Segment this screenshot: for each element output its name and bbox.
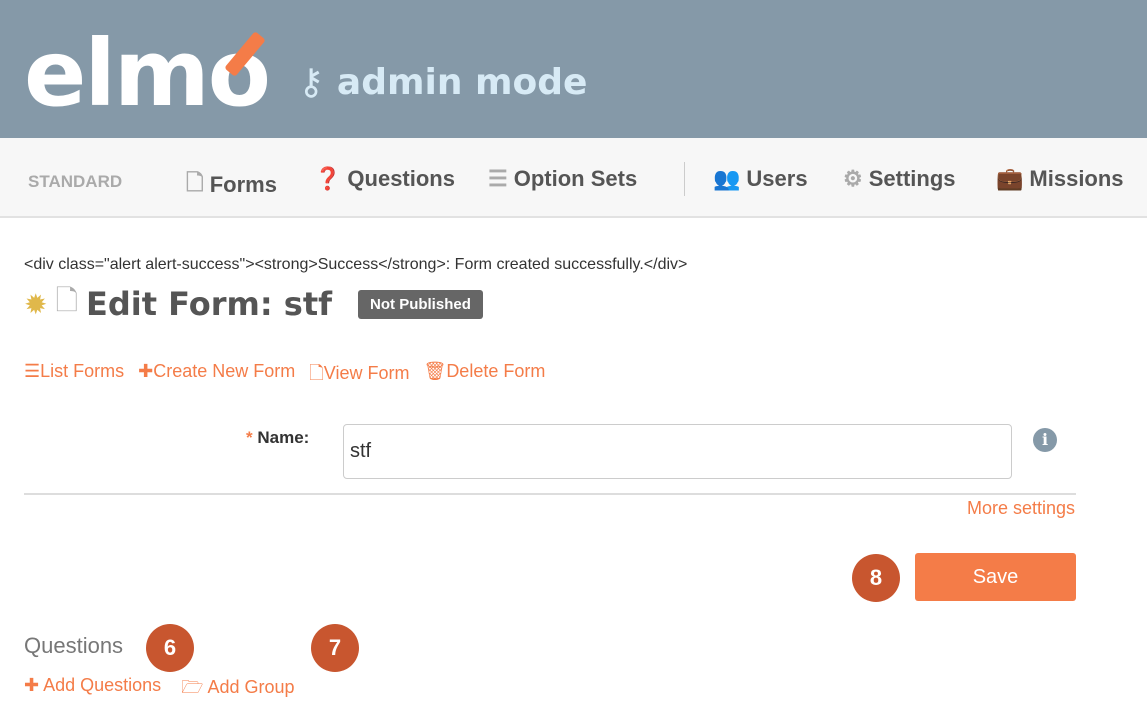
- divider: [24, 493, 1076, 495]
- nav-label: Option Sets: [513, 166, 638, 191]
- app-header: elmo ⚷ admin mode: [0, 0, 1147, 138]
- gear-icon: ⚙: [843, 166, 863, 191]
- folder-open-icon: 🗁: [181, 677, 208, 697]
- question-circle-icon: ❓: [314, 166, 342, 191]
- list-icon: ☰: [488, 166, 508, 191]
- view-form-link[interactable]: 🗋View Form: [309, 361, 409, 391]
- name-label: * Name:: [246, 428, 309, 448]
- nav-questions[interactable]: ❓ Questions: [314, 166, 455, 192]
- admin-mode-text: admin mode: [336, 62, 588, 103]
- nav-users[interactable]: 👥 Users: [713, 166, 808, 192]
- name-label-text: Name:: [257, 428, 310, 447]
- document-icon: 🗋: [55, 285, 78, 316]
- status-badge: Not Published: [358, 289, 483, 319]
- create-new-form-link[interactable]: ✚Create New Form: [138, 361, 295, 391]
- list-forms-link[interactable]: ☰List Forms: [24, 361, 124, 391]
- nav-settings[interactable]: ⚙ Settings: [843, 166, 956, 192]
- draft-badge-icon: ✹: [24, 288, 48, 320]
- document-icon: 🗋: [186, 170, 204, 195]
- success-message: <div class="alert alert-success"><strong…: [24, 256, 688, 273]
- link-label: Add Group: [207, 677, 295, 697]
- form-actions: ☰List Forms ✚Create New Form 🗋View Form …: [24, 361, 545, 391]
- page-title: ✹ 🗋 Edit Form: stf Not Published: [24, 280, 483, 328]
- name-input[interactable]: [343, 424, 1012, 479]
- nav-divider: [684, 162, 685, 196]
- link-label: List Forms: [40, 361, 125, 381]
- save-button[interactable]: Save: [915, 553, 1076, 601]
- link-label: Delete Form: [446, 361, 546, 381]
- plus-icon: ✚: [138, 361, 154, 381]
- nav-label: Users: [746, 166, 808, 191]
- add-questions-link[interactable]: ✚ Add Questions: [24, 675, 161, 705]
- required-marker: *: [246, 428, 253, 447]
- main-nav: STANDARD 🗋 Forms ❓ Questions ☰ Option Sets …: [0, 138, 1147, 218]
- questions-heading: Questions: [24, 633, 124, 658]
- plus-icon: ✚: [24, 675, 44, 695]
- nav-label: Missions: [1029, 166, 1124, 191]
- link-label: View Form: [323, 363, 410, 383]
- nav-label: Questions: [347, 166, 455, 191]
- step-marker-8: 8: [852, 554, 900, 602]
- delete-form-link[interactable]: 🗑Delete Form: [423, 361, 545, 391]
- more-settings-link[interactable]: More settings: [967, 498, 1075, 519]
- question-actions: ✚ Add Questions 🗁 Add Group: [24, 675, 295, 705]
- trash-icon: 🗑: [423, 361, 447, 381]
- step-marker-7: 7: [311, 624, 359, 672]
- step-marker-6: 6: [146, 624, 194, 672]
- link-label: Create New Form: [153, 361, 296, 381]
- mode-standard: STANDARD: [28, 172, 123, 191]
- link-label: Add Questions: [43, 675, 162, 695]
- nav-option-sets[interactable]: ☰ Option Sets: [488, 166, 637, 192]
- nav-forms[interactable]: 🗋 Forms: [186, 166, 277, 204]
- list-icon: ☰: [24, 361, 41, 381]
- document-icon: 🗋: [309, 363, 324, 383]
- page-title-text: Edit Form: stf: [85, 285, 333, 323]
- briefcase-icon: 💼: [996, 166, 1024, 191]
- users-icon: 👥: [713, 166, 741, 191]
- nav-label: Forms: [209, 172, 277, 197]
- admin-mode-label: ⚷ admin mode: [298, 62, 587, 103]
- nav-label: Settings: [868, 166, 956, 191]
- add-group-link[interactable]: 🗁 Add Group: [181, 675, 294, 705]
- key-icon: ⚷: [298, 62, 337, 103]
- nav-missions[interactable]: 💼 Missions: [996, 166, 1124, 192]
- info-icon[interactable]: i: [1033, 428, 1057, 452]
